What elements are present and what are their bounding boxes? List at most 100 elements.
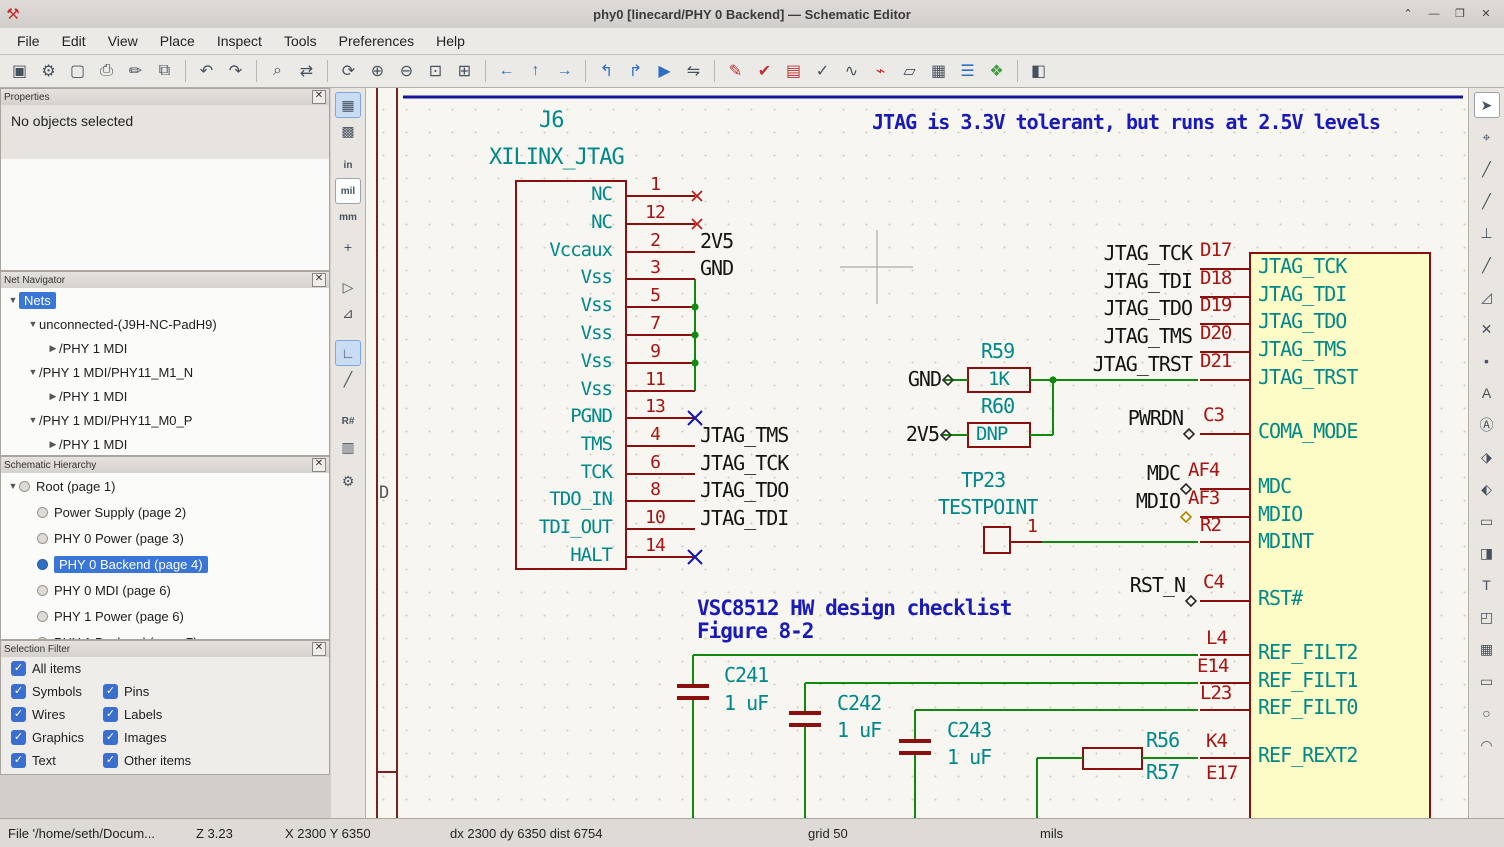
schematic-text[interactable]: E17 bbox=[1206, 764, 1237, 783]
arc-tool-icon[interactable]: ◠ bbox=[1474, 732, 1500, 758]
schematic-text[interactable]: 14 bbox=[645, 537, 665, 555]
hierarchy-item[interactable]: PHY 1 Power (page 6) bbox=[1, 603, 329, 629]
print-icon[interactable]: ⎙ bbox=[93, 58, 120, 85]
schematic-text[interactable]: R57 bbox=[1146, 762, 1179, 782]
schematic-text[interactable]: Vss bbox=[581, 296, 612, 315]
grid-settings-icon[interactable]: ▦ bbox=[335, 92, 361, 118]
zoom-fit-icon[interactable]: ⊡ bbox=[422, 58, 449, 85]
save-icon[interactable]: ▣ bbox=[6, 58, 33, 85]
schematic-text[interactable]: 7 bbox=[650, 315, 660, 333]
schematic-text[interactable]: Vss bbox=[581, 268, 612, 287]
schematic-text[interactable]: 10 bbox=[645, 509, 665, 527]
schematic-text[interactable]: PGND bbox=[570, 407, 612, 426]
menu-edit[interactable]: Edit bbox=[51, 29, 97, 53]
leave-sheet-icon[interactable]: ↰ bbox=[593, 58, 620, 85]
net-navigator-item[interactable]: ▼Nets bbox=[1, 288, 329, 312]
schematic-text[interactable]: 2V5 bbox=[906, 424, 939, 444]
sheet-settings-icon[interactable]: ⚙ bbox=[35, 58, 62, 85]
table-tool-icon[interactable]: ▦ bbox=[1474, 636, 1500, 662]
schematic-text[interactable]: MDINT bbox=[1258, 531, 1313, 551]
chevron-down-icon[interactable]: ▼ bbox=[7, 481, 19, 491]
plot-icon[interactable]: ✏ bbox=[122, 58, 149, 85]
schematic-text[interactable]: DNP bbox=[976, 425, 1007, 444]
schematic-text[interactable]: R56 bbox=[1146, 730, 1179, 750]
schematic-text[interactable]: 4 bbox=[650, 426, 660, 444]
schematic-text[interactable]: D19 bbox=[1200, 296, 1231, 315]
select-tool-icon[interactable]: ➤ bbox=[1474, 92, 1500, 118]
schematic-text[interactable]: REF_REXT2 bbox=[1258, 745, 1357, 765]
hierarchy-item[interactable]: PHY 0 MDI (page 6) bbox=[1, 577, 329, 603]
net-navigator-header[interactable]: Net Navigator ✕ bbox=[1, 272, 329, 289]
schematic-text[interactable]: K4 bbox=[1206, 732, 1227, 751]
schematic-text[interactable]: JTAG_TDI bbox=[1258, 284, 1346, 304]
units-inches-icon[interactable]: in bbox=[335, 152, 361, 178]
titlebar[interactable]: ⚒ phy0 [linecard/PHY 0 Backend] — Schema… bbox=[0, 0, 1504, 29]
find-icon[interactable]: ⌕ bbox=[264, 58, 291, 85]
menu-inspect[interactable]: Inspect bbox=[206, 29, 273, 53]
schematic-text[interactable]: Vss bbox=[581, 380, 612, 399]
highlight-net-tool-icon[interactable]: ⌖ bbox=[1474, 124, 1500, 150]
schematic-text[interactable]: XILINX_JTAG bbox=[489, 147, 624, 169]
schematic-text[interactable]: JTAG_TCK bbox=[700, 453, 788, 473]
schematic-text[interactable]: 3 bbox=[650, 259, 660, 277]
schematic-text[interactable]: JTAG_TRST bbox=[1258, 367, 1357, 387]
schematic-text[interactable]: C4 bbox=[1203, 573, 1224, 592]
schematic-text[interactable]: JTAG_TCK bbox=[1258, 256, 1346, 276]
highlight-net-icon[interactable]: ⌁ bbox=[867, 58, 894, 85]
schematic-text[interactable]: L23 bbox=[1200, 684, 1231, 703]
schematic-text[interactable]: JTAG_TCK bbox=[1104, 243, 1192, 263]
schematic-text[interactable]: GND bbox=[700, 258, 733, 278]
grid-override-icon[interactable]: ▩ bbox=[335, 118, 361, 144]
schematic-text[interactable]: 2V5 bbox=[700, 231, 733, 251]
schematic-text[interactable]: MDIO bbox=[1136, 491, 1180, 511]
bus-tool-icon[interactable]: ╱ bbox=[1474, 188, 1500, 214]
schematic-text[interactable]: JTAG_TMS bbox=[1104, 326, 1192, 346]
filter-checkbox-pins[interactable]: ✓Pins bbox=[103, 684, 195, 699]
schematic-text[interactable]: JTAG_TDO bbox=[700, 480, 788, 500]
schematic-text[interactable]: PWRDN bbox=[1128, 408, 1183, 428]
schematic-text[interactable]: D bbox=[379, 485, 388, 502]
schematic-text[interactable]: AF3 bbox=[1188, 489, 1219, 508]
chevron-down-icon[interactable]: ▼ bbox=[27, 367, 39, 377]
schematic-text[interactable]: 6 bbox=[650, 454, 660, 472]
symbol-checker-icon[interactable]: ✓ bbox=[809, 58, 836, 85]
schematic-text[interactable]: AF4 bbox=[1188, 461, 1219, 480]
schematic-text[interactable]: RST# bbox=[1258, 588, 1302, 608]
schematic-text[interactable]: 13 bbox=[645, 398, 665, 416]
net-graph-icon[interactable]: ⊿ bbox=[335, 300, 361, 326]
filter-checkbox-all-items[interactable]: ✓All items bbox=[11, 661, 103, 676]
schematic-text[interactable]: E14 bbox=[1197, 657, 1228, 676]
filter-checkbox-symbols[interactable]: ✓Symbols bbox=[11, 684, 103, 699]
rectangle-tool-icon[interactable]: ▭ bbox=[1474, 668, 1500, 694]
hierarchy-item[interactable]: PHY 0 Backend (page 4) bbox=[1, 551, 329, 577]
units-mm-icon[interactable]: mm bbox=[335, 204, 361, 230]
hierarchy-navigator-icon[interactable]: ▶ bbox=[651, 58, 678, 85]
schematic-text[interactable]: 1 uF bbox=[947, 747, 991, 767]
power-port-tool-icon[interactable]: ⊥ bbox=[1474, 220, 1500, 246]
schematic-text[interactable]: D21 bbox=[1200, 352, 1231, 371]
schematic-text[interactable]: TESTPOINT bbox=[938, 497, 1037, 517]
schematic-text[interactable]: 9 bbox=[650, 343, 660, 361]
filter-checkbox-text[interactable]: ✓Text bbox=[11, 753, 103, 768]
schematic-text[interactable]: TDO_IN bbox=[549, 490, 612, 509]
net-class-directive-tool-icon[interactable]: Ⓐ bbox=[1474, 412, 1500, 438]
chevron-down-icon[interactable]: ▼ bbox=[7, 295, 19, 305]
schematic-text[interactable]: JTAG is 3.3V tolerant, but runs at 2.5V … bbox=[872, 112, 1380, 132]
properties-panel-toggle-icon[interactable]: ⚙ bbox=[335, 468, 361, 494]
schematic-text[interactable]: 8 bbox=[650, 481, 660, 499]
schematic-text[interactable]: Vccaux bbox=[549, 241, 612, 260]
hierarchy-item[interactable]: PHY 0 Power (page 3) bbox=[1, 525, 329, 551]
schematic-text[interactable]: Vss bbox=[581, 352, 612, 371]
hier-sheet-tool-icon[interactable]: ▭ bbox=[1474, 508, 1500, 534]
schematic-text[interactable]: NC bbox=[591, 213, 612, 232]
schematic-text[interactable]: L4 bbox=[1206, 629, 1227, 648]
checkbox-icon[interactable]: ✓ bbox=[11, 730, 26, 745]
schematic-text[interactable]: 1K bbox=[988, 370, 1009, 389]
cursor-crosshair-icon[interactable]: + bbox=[335, 234, 361, 260]
menu-file[interactable]: File bbox=[6, 29, 51, 53]
schematic-text[interactable]: J6 bbox=[539, 110, 564, 132]
chevron-right-icon[interactable]: ▶ bbox=[47, 343, 59, 354]
filter-checkbox-wires[interactable]: ✓Wires bbox=[11, 707, 103, 722]
checkbox-icon[interactable]: ✓ bbox=[103, 707, 118, 722]
schematic-text[interactable]: 1 bbox=[650, 176, 660, 194]
